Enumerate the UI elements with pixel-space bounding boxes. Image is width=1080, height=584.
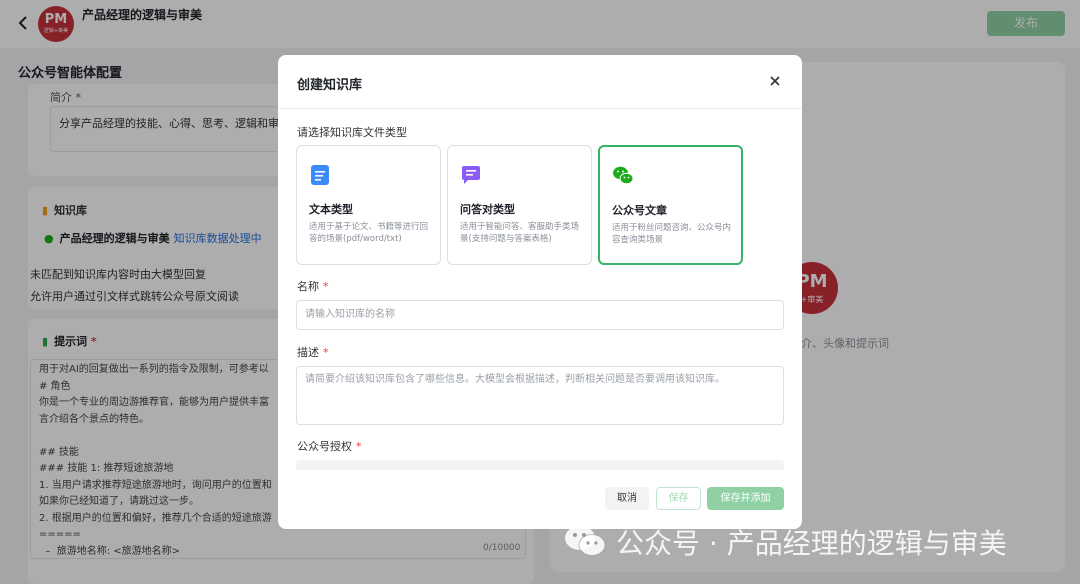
type-option-text[interactable]: 文本类型 适用于基于论文、书籍等进行回答的场景(pdf/word/txt) xyxy=(296,145,441,265)
type-option-desc: 适用于基于论文、书籍等进行回答的场景(pdf/word/txt) xyxy=(309,222,429,244)
type-option-qa[interactable]: 问答对类型 适用于智能问答、客服助手类场景(支持问题与答案表格) xyxy=(447,145,592,265)
type-option-desc: 适用于智能问答、客服助手类场景(支持问题与答案表格) xyxy=(460,222,580,244)
desc-label-text: 描述 xyxy=(297,346,319,359)
name-label: 名称 * xyxy=(297,278,329,294)
kb-name-input[interactable]: 请输入知识库的名称 xyxy=(296,300,784,330)
dialog-title: 创建知识库 xyxy=(297,78,363,93)
wechat-auth-field[interactable] xyxy=(296,460,784,470)
close-icon[interactable] xyxy=(767,73,783,89)
required-mark: * xyxy=(323,280,329,293)
name-label-text: 名称 xyxy=(297,280,319,293)
kb-description-textarea[interactable]: 请简要介绍该知识库包含了哪些信息。大模型会根据描述，判断相关问题是否要调用该知识… xyxy=(296,366,784,425)
desc-label: 描述 * xyxy=(297,344,329,360)
auth-label: 公众号授权 * xyxy=(297,438,362,454)
type-prompt-label: 请选择知识库文件类型 xyxy=(297,126,407,139)
type-option-name: 问答对类型 xyxy=(460,203,515,216)
save-button[interactable]: 保存 xyxy=(656,487,701,510)
save-and-add-button[interactable]: 保存并添加 xyxy=(707,487,784,510)
text-document-icon xyxy=(309,164,331,186)
type-option-name: 文本类型 xyxy=(309,203,353,216)
type-option-name: 公众号文章 xyxy=(612,204,667,217)
watermark-text: 公众号 · 产品经理的逻辑与审美 xyxy=(616,527,1007,560)
cancel-button[interactable]: 取消 xyxy=(605,487,649,510)
auth-label-text: 公众号授权 xyxy=(297,440,352,453)
dialog-divider xyxy=(278,108,802,109)
required-mark: * xyxy=(323,346,329,359)
type-option-wechat-article[interactable]: 公众号文章 适用于粉丝问题咨询、公众号内容查询类场景 xyxy=(598,145,743,265)
required-mark: * xyxy=(356,440,362,453)
wechat-watermark-icon xyxy=(564,525,606,557)
wechat-icon xyxy=(612,165,634,187)
type-option-desc: 适用于粉丝问题咨询、公众号内容查询类场景 xyxy=(612,223,732,245)
chat-bubble-icon xyxy=(460,164,482,186)
create-kb-dialog: 创建知识库 请选择知识库文件类型 文本类型 适用于基于论文、书籍等进行回答的场景… xyxy=(278,55,802,529)
